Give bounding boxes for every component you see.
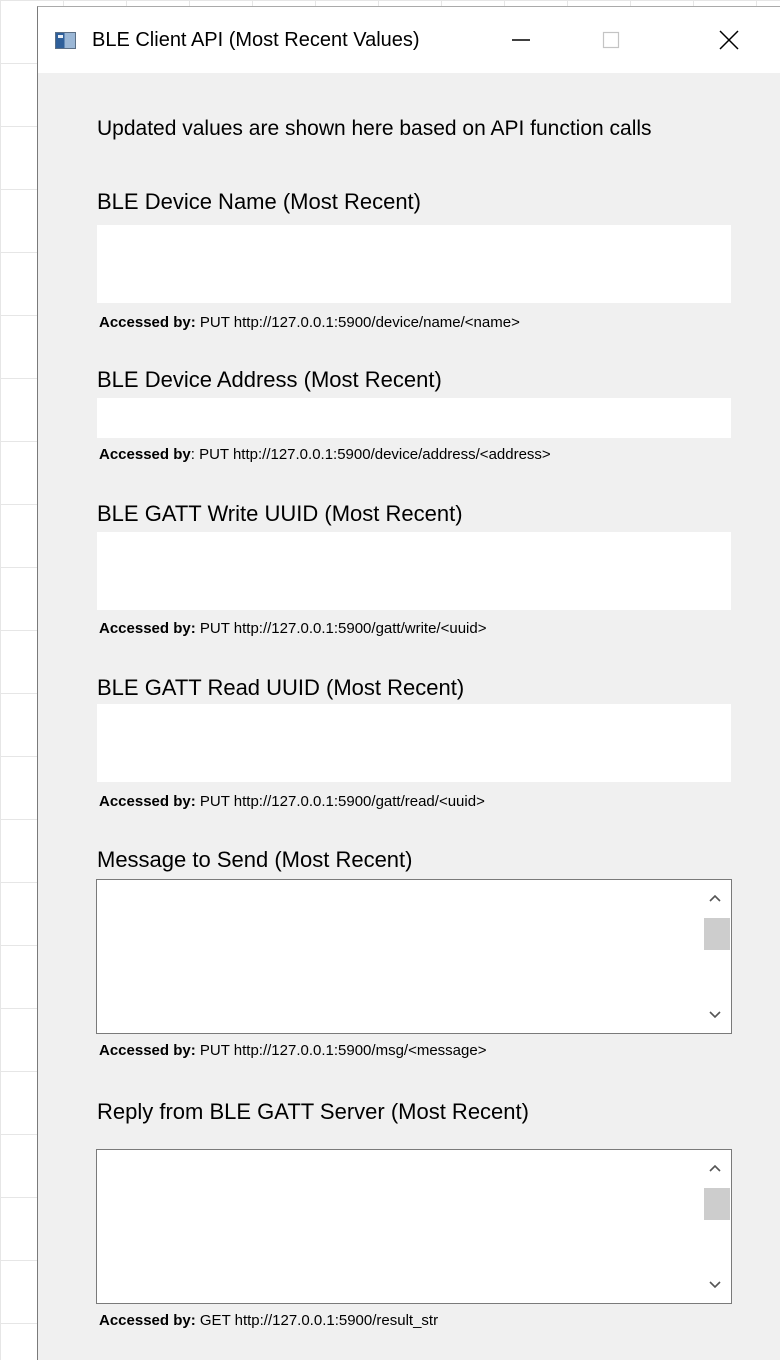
close-button[interactable] xyxy=(696,7,762,73)
read-uuid-field[interactable] xyxy=(97,704,731,782)
message-textbox[interactable] xyxy=(96,879,732,1034)
device-name-field[interactable] xyxy=(97,225,731,303)
maximize-icon xyxy=(602,31,620,49)
scroll-down-button[interactable] xyxy=(699,1269,731,1301)
minimize-icon xyxy=(512,39,530,41)
device-name-accessed-by: Accessed by: PUT http://127.0.0.1:5900/d… xyxy=(99,314,520,331)
message-scrollbar[interactable] xyxy=(699,880,731,1033)
message-accessed-by: Accessed by: PUT http://127.0.0.1:5900/m… xyxy=(99,1042,486,1059)
window-title: BLE Client API (Most Recent Values) xyxy=(92,29,420,51)
close-icon xyxy=(719,30,739,50)
device-name-label: BLE Device Name (Most Recent) xyxy=(97,189,421,214)
scroll-down-button[interactable] xyxy=(699,999,731,1031)
reply-label: Reply from BLE GATT Server (Most Recent) xyxy=(97,1099,529,1124)
scroll-up-button[interactable] xyxy=(699,1152,731,1184)
maximize-button[interactable] xyxy=(578,7,644,73)
chevron-down-icon xyxy=(709,1011,721,1019)
read-uuid-accessed-by: Accessed by: PUT http://127.0.0.1:5900/g… xyxy=(99,793,485,810)
accessed-by-label: Accessed by: xyxy=(99,620,196,637)
minimize-button[interactable] xyxy=(488,7,554,73)
device-address-field[interactable] xyxy=(97,398,731,438)
chevron-up-icon xyxy=(709,1164,721,1172)
title-bar[interactable]: BLE Client API (Most Recent Values) xyxy=(38,7,780,73)
scroll-up-button[interactable] xyxy=(699,882,731,914)
chevron-down-icon xyxy=(709,1281,721,1289)
read-uuid-endpoint: PUT http://127.0.0.1:5900/gatt/read/<uui… xyxy=(199,793,485,810)
write-uuid-accessed-by: Accessed by: PUT http://127.0.0.1:5900/g… xyxy=(99,620,486,637)
accessed-by-label: Accessed by: xyxy=(99,793,196,810)
accessed-by-label: Accessed by: xyxy=(99,1042,196,1059)
scroll-thumb[interactable] xyxy=(704,918,730,950)
reply-accessed-by: Accessed by: GET http://127.0.0.1:5900/r… xyxy=(99,1312,438,1329)
accessed-by-label: Accessed by: xyxy=(99,1312,196,1329)
message-endpoint: PUT http://127.0.0.1:5900/msg/<message> xyxy=(199,1042,487,1059)
read-uuid-label: BLE GATT Read UUID (Most Recent) xyxy=(97,675,465,700)
chevron-up-icon xyxy=(709,894,721,902)
intro-text: Updated values are shown here based on A… xyxy=(97,117,652,140)
app-window-icon xyxy=(55,32,76,49)
device-address-endpoint: : PUT http://127.0.0.1:5900/device/addre… xyxy=(190,446,551,463)
accessed-by-label: Accessed by xyxy=(99,446,191,463)
reply-endpoint: GET http://127.0.0.1:5900/result_str xyxy=(199,1312,439,1329)
device-address-accessed-by: Accessed by: PUT http://127.0.0.1:5900/d… xyxy=(99,446,551,463)
write-uuid-field[interactable] xyxy=(97,532,731,610)
device-address-label: BLE Device Address (Most Recent) xyxy=(97,367,442,392)
message-label: Message to Send (Most Recent) xyxy=(97,847,413,872)
reply-textbox[interactable] xyxy=(96,1149,732,1304)
write-uuid-label: BLE GATT Write UUID (Most Recent) xyxy=(97,501,463,526)
reply-scrollbar[interactable] xyxy=(699,1150,731,1303)
write-uuid-endpoint: PUT http://127.0.0.1:5900/gatt/write/<uu… xyxy=(199,620,487,637)
app-window: BLE Client API (Most Recent Values) Upda… xyxy=(37,6,780,1360)
scroll-thumb[interactable] xyxy=(704,1188,730,1220)
device-name-endpoint: PUT http://127.0.0.1:5900/device/name/<n… xyxy=(199,314,520,331)
accessed-by-label: Accessed by: xyxy=(99,314,196,331)
